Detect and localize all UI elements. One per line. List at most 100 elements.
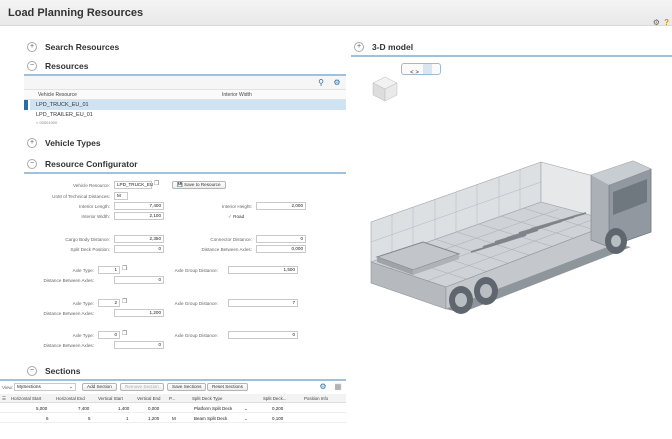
search-icon[interactable]: ⚲ bbox=[316, 78, 326, 88]
interior-width-field[interactable]: 2,100 bbox=[114, 212, 164, 220]
vehicle-types-header[interactable]: + Vehicle Types bbox=[24, 134, 346, 151]
axle-group-field[interactable]: 0 bbox=[228, 331, 298, 339]
interior-height-label: Interior Height: bbox=[221, 204, 252, 209]
view-cube-icon[interactable] bbox=[372, 76, 398, 102]
collapse-icon[interactable]: − bbox=[27, 365, 37, 376]
cell-p[interactable]: M bbox=[172, 416, 176, 421]
copy-icon[interactable]: ❐ bbox=[122, 265, 127, 272]
resources-toolbar: ⚲ ⚙ bbox=[24, 76, 346, 90]
table-row[interactable]: LPD_TRAILER_EU_01 bbox=[30, 110, 346, 120]
sections-panel: View: MySections ⌄ Add Section Remove Sec… bbox=[0, 379, 346, 439]
sections-header[interactable]: − Sections bbox=[24, 362, 346, 379]
cell-split-value[interactable]: 0,100 bbox=[272, 416, 283, 421]
copy-icon[interactable]: ❐ bbox=[154, 180, 159, 187]
cell-v-end[interactable]: 1,200 bbox=[148, 416, 159, 421]
chevron-down-icon[interactable]: ⌄ bbox=[244, 416, 248, 422]
cell-h-start[interactable]: 5,000 bbox=[36, 406, 47, 411]
vehicle-types-title: Vehicle Types bbox=[45, 137, 101, 148]
interior-length-label: Interior Length: bbox=[79, 204, 110, 209]
distance-axles-field[interactable]: 0,000 bbox=[256, 245, 306, 253]
axle-group-field[interactable]: 1,500 bbox=[228, 266, 298, 274]
cell-v-start[interactable]: 1 bbox=[126, 416, 129, 421]
interior-length-field[interactable]: 7,400 bbox=[114, 202, 164, 210]
cell-h-start[interactable]: 6 bbox=[46, 416, 49, 421]
left-column: + Search Resources − Resources ⚲ ⚙ Vehic… bbox=[0, 38, 346, 427]
copy-icon[interactable]: ❐ bbox=[122, 330, 127, 337]
select-all-icon[interactable]: ☰ bbox=[2, 396, 6, 402]
axle-type-field[interactable]: 2 bbox=[98, 299, 120, 307]
col-position-info: Position Info bbox=[304, 396, 329, 401]
view-select-value: MySections bbox=[17, 384, 41, 389]
app-title: Load Planning Resources bbox=[8, 7, 144, 19]
resources-header[interactable]: − Resources bbox=[24, 57, 346, 74]
export-icon[interactable]: ▦ bbox=[333, 382, 343, 392]
help-icon[interactable]: ? bbox=[664, 18, 669, 27]
vehicle-resource-field[interactable]: LPD_TRUCK_EU bbox=[114, 181, 153, 189]
settings-icon[interactable]: ⚙ bbox=[318, 382, 328, 392]
col-p: P... bbox=[169, 396, 176, 401]
cell-h-end[interactable]: 5 bbox=[88, 416, 91, 421]
reset-sections-button[interactable]: Reset Sections bbox=[207, 383, 248, 391]
view-select[interactable]: MySections ⌄ bbox=[14, 383, 76, 391]
cell-split-type[interactable]: Beam Split Deck bbox=[194, 416, 227, 421]
view-navigation[interactable]: < > bbox=[401, 63, 441, 76]
configurator-header[interactable]: − Resource Configurator bbox=[24, 155, 346, 172]
search-resources-header[interactable]: + Search Resources bbox=[24, 38, 346, 55]
connector-label: Connector Distance: bbox=[210, 237, 252, 242]
table-scrollbar[interactable]: < 00001000 bbox=[30, 120, 346, 126]
col-h-end: Horizontal End bbox=[56, 396, 85, 401]
cell-v-start[interactable]: 1,400 bbox=[118, 406, 129, 411]
remove-section-button[interactable]: Remove Section bbox=[120, 383, 164, 391]
cell-split-type[interactable]: Platform Split Deck bbox=[194, 406, 232, 411]
view-nav-arrows[interactable]: < > bbox=[410, 70, 419, 76]
table-row[interactable]: 5,000 7,400 1,400 0,000 Platform Split D… bbox=[0, 404, 346, 413]
collapse-icon[interactable]: − bbox=[27, 158, 37, 169]
collapse-icon[interactable]: − bbox=[27, 60, 37, 71]
cell-v-end[interactable]: 0,000 bbox=[148, 406, 159, 411]
uom-field[interactable]: M bbox=[114, 192, 128, 200]
add-section-button[interactable]: Add Section bbox=[82, 383, 117, 391]
connector-field[interactable]: 0 bbox=[256, 235, 306, 243]
col-v-end: Vertical End bbox=[137, 396, 161, 401]
axle-group-label: Axle Group Distance: bbox=[174, 333, 218, 338]
expand-icon[interactable]: + bbox=[27, 137, 37, 148]
axle-type-field[interactable]: 0 bbox=[98, 331, 120, 339]
uom-label: UoM of Technical Distances: bbox=[52, 194, 110, 199]
chevron-down-icon[interactable] bbox=[422, 64, 432, 74]
cargo-body-label: Cargo Body Distance: bbox=[65, 237, 110, 242]
interior-width-label: Interior Width: bbox=[81, 214, 110, 219]
axle-group-field[interactable]: 7 bbox=[228, 299, 298, 307]
axle-type-field[interactable]: 1 bbox=[98, 266, 120, 274]
settings-icon[interactable]: ⚙ bbox=[653, 18, 660, 27]
chevron-down-icon[interactable]: ⌄ bbox=[244, 406, 248, 412]
expand-icon[interactable]: + bbox=[27, 41, 37, 52]
save-sections-button[interactable]: Save Sections bbox=[167, 383, 207, 391]
axle-distance-field[interactable]: 0 bbox=[114, 341, 164, 349]
interior-height-field[interactable]: 2,000 bbox=[256, 202, 306, 210]
save-to-resource-button[interactable]: 💾 Save to Resource bbox=[172, 181, 226, 189]
copy-icon[interactable]: ❐ bbox=[122, 298, 127, 305]
table-row[interactable]: LPD_TRUCK_EU_01 bbox=[24, 100, 346, 110]
save-to-resource-label: Save to Resource bbox=[184, 182, 221, 187]
personalize-icon[interactable]: ⚙ bbox=[332, 78, 342, 88]
cell-h-end[interactable]: 7,400 bbox=[78, 406, 89, 411]
split-deck-field[interactable]: 0 bbox=[114, 245, 164, 253]
model-header[interactable]: + 3-D model bbox=[351, 38, 672, 55]
sections-table-header: ☰ Horizontal Start Horizontal End Vertic… bbox=[0, 394, 346, 403]
model-viewport[interactable]: < > bbox=[351, 55, 672, 427]
axle-type-label: Axle Type: bbox=[72, 301, 94, 306]
cargo-body-field[interactable]: 2,350 bbox=[114, 235, 164, 243]
model-canvas[interactable] bbox=[351, 57, 672, 427]
configurator-form: Vehicle Resource: LPD_TRUCK_EU ❐ 💾 Save … bbox=[24, 172, 346, 358]
axle-distance-field[interactable]: 0 bbox=[114, 276, 164, 284]
resources-title: Resources bbox=[45, 60, 89, 71]
table-row[interactable]: 6 5 1 1,200 M Beam Split Deck ⌄ 0,100 bbox=[0, 414, 346, 423]
axle-distance-field[interactable]: 1,200 bbox=[114, 309, 164, 317]
road-checkbox[interactable]: ✓ Road bbox=[228, 214, 258, 220]
expand-icon[interactable]: + bbox=[354, 41, 364, 52]
view-label: View: bbox=[2, 385, 14, 390]
axle-group-label: Axle Group Distance: bbox=[174, 268, 218, 273]
cell-split-value[interactable]: 0,200 bbox=[272, 406, 283, 411]
search-resources-title: Search Resources bbox=[45, 41, 120, 52]
model-title: 3-D model bbox=[372, 41, 414, 52]
